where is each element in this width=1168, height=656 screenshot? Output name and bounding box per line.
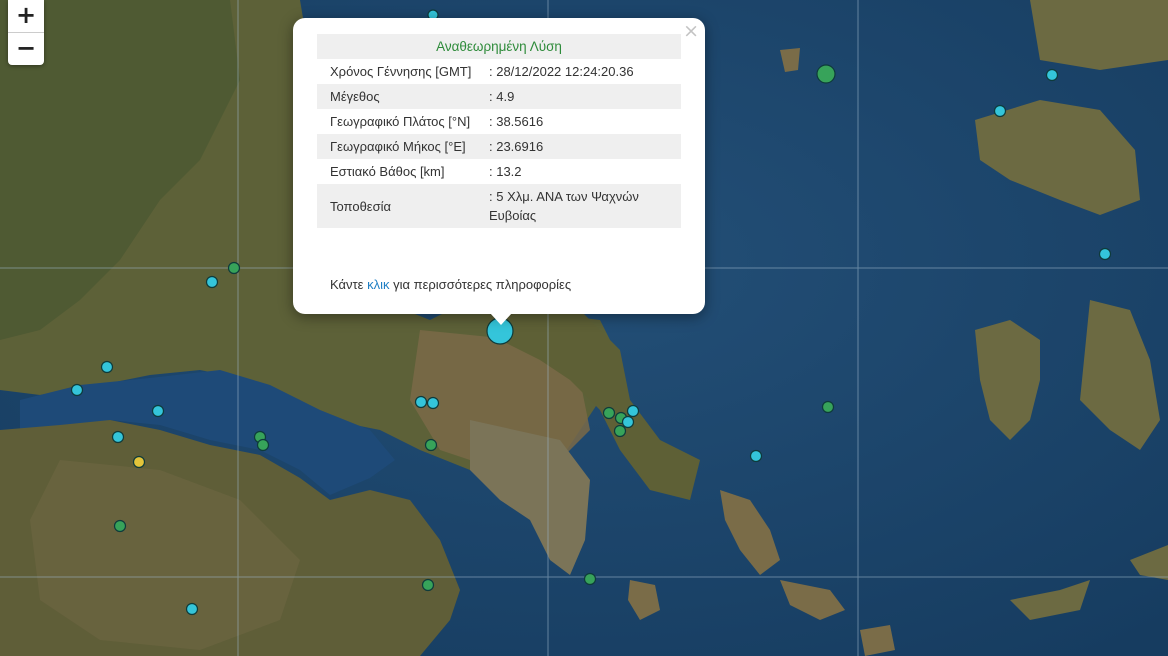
quake-marker: [185, 602, 199, 616]
quake-marker: [113, 519, 127, 533]
quake-marker: [626, 404, 640, 418]
popup-tip: [490, 313, 512, 325]
more-info-text: Κάντε κλικ για περισσότερες πληροφορίες: [330, 277, 571, 292]
depth-label: Εστιακό Βάθος [km]: [330, 164, 445, 179]
table-row: Χρόνος Γέννησης [GMT] : 28/12/2022 12:24…: [317, 59, 681, 84]
quake-marker: [749, 449, 763, 463]
quake-marker: [1045, 68, 1059, 82]
quake-marker: [256, 438, 270, 452]
quake-marker: [414, 395, 428, 409]
close-icon[interactable]: ×: [683, 20, 699, 42]
northeast-islands: [1030, 0, 1168, 70]
table-row: Μέγεθος : 4.9: [317, 84, 681, 109]
quake-marker: [993, 104, 1007, 118]
latitude-value: : 38.5616: [489, 114, 544, 129]
more-info-suffix: για περισσότερες πληροφορίες: [393, 277, 572, 292]
depth-value: : 13.2: [489, 164, 522, 179]
magnitude-label: Μέγεθος: [317, 84, 485, 109]
quake-marker: [424, 438, 438, 452]
quake-marker: [111, 430, 125, 444]
magnitude-value: : 4.9: [485, 84, 681, 109]
quake-marker: [205, 275, 219, 289]
quake-marker: [70, 383, 84, 397]
zoom-in-button[interactable]: +: [8, 0, 44, 32]
zoom-out-button[interactable]: −: [8, 32, 44, 65]
quake-marker: [602, 406, 616, 420]
quake-marker: [426, 396, 440, 410]
longitude-value: : 23.6916: [485, 134, 681, 159]
zoom-control: + −: [8, 0, 44, 65]
earthquake-popup: × Αναθεωρημένη Λύση Χρόνος Γέννησης [GMT…: [293, 18, 705, 314]
quake-marker: [132, 455, 146, 469]
quake-marker: [613, 424, 627, 438]
earthquake-details-table: Αναθεωρημένη Λύση Χρόνος Γέννησης [GMT] …: [317, 34, 681, 228]
location-label: Τοποθεσία: [317, 184, 485, 228]
origin-time-label: Χρόνος Γέννησης [GMT]: [330, 64, 472, 79]
quake-marker: [816, 64, 836, 84]
quake-marker: [1098, 247, 1112, 261]
more-info-prefix: Κάντε: [330, 277, 364, 292]
latitude-label: Γεωγραφικό Πλάτος [°N]: [330, 114, 471, 129]
location-value: : 5 Χλμ. ΑΝΑ των Ψαχνών Ευβοίας: [485, 184, 681, 228]
quake-marker: [151, 404, 165, 418]
quake-marker: [421, 578, 435, 592]
quake-marker: [821, 400, 835, 414]
table-row: Τοποθεσία : 5 Χλμ. ΑΝΑ των Ψαχνών Ευβοία…: [317, 184, 681, 228]
table-row: Γεωγραφικό Μήκος [°E] : 23.6916: [317, 134, 681, 159]
more-info-link[interactable]: κλικ: [367, 277, 389, 292]
quake-marker: [227, 261, 241, 275]
longitude-label: Γεωγραφικό Μήκος [°E]: [317, 134, 485, 159]
table-row: Γεωγραφικό Πλάτος [°N] : 38.5616: [317, 109, 681, 134]
origin-time-value: : 28/12/2022 12:24:20.36: [489, 64, 634, 79]
quake-marker: [583, 572, 597, 586]
quake-marker: [100, 360, 114, 374]
popup-title: Αναθεωρημένη Λύση: [317, 34, 681, 59]
table-row: Εστιακό Βάθος [km] : 13.2: [317, 159, 681, 184]
quake-marker: [621, 415, 635, 429]
